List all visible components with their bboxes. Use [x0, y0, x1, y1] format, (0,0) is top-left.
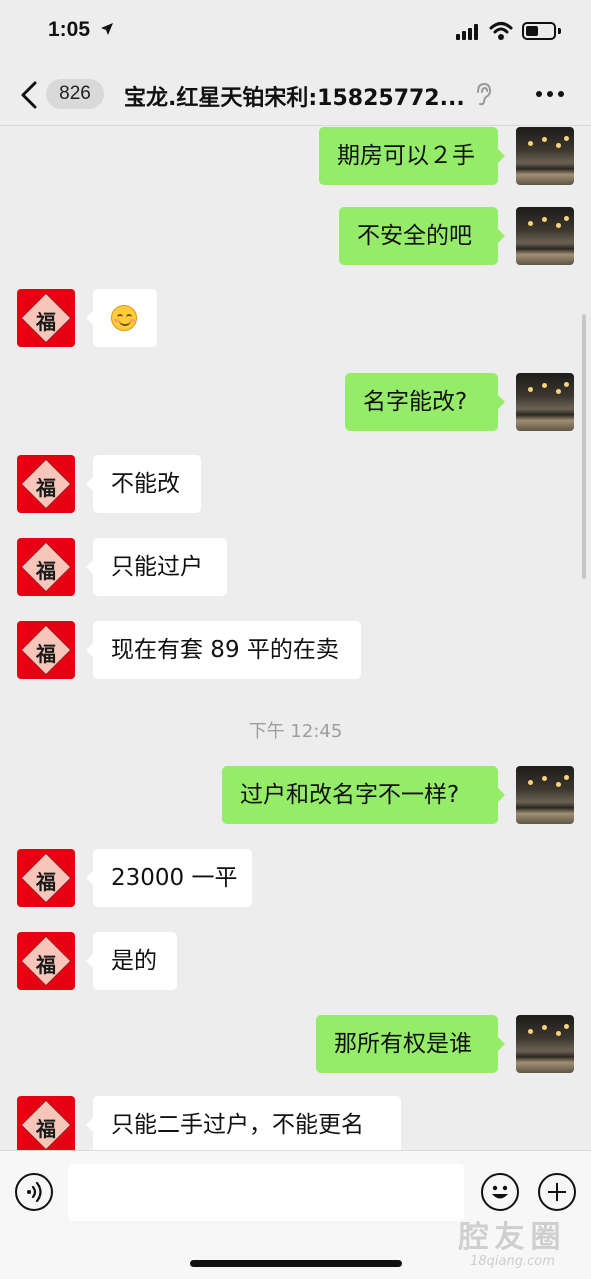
my-avatar[interactable]	[516, 1015, 574, 1073]
received-message: 福 23000 一平	[0, 849, 591, 907]
my-avatar[interactable]	[516, 766, 574, 824]
contact-avatar[interactable]: 福	[17, 1096, 75, 1150]
my-avatar[interactable]	[516, 373, 574, 431]
unread-count-badge[interactable]: 826	[46, 79, 104, 109]
sent-bubble[interactable]: 那所有权是谁	[316, 1015, 505, 1073]
received-bubble[interactable]: 只能过户	[86, 538, 227, 596]
contact-avatar[interactable]: 福	[17, 455, 75, 513]
received-message: 福只能二手过户，不能更名	[0, 1096, 591, 1150]
contact-avatar[interactable]: 福	[17, 289, 75, 347]
my-avatar[interactable]	[516, 207, 574, 265]
sent-message: 期房可以２手	[0, 127, 591, 185]
cellular-signal-icon	[456, 24, 480, 40]
contact-avatar[interactable]: 福	[17, 538, 75, 596]
message-input[interactable]	[68, 1164, 464, 1221]
contact-avatar[interactable]: 福	[17, 621, 75, 679]
received-bubble[interactable]: 是的	[86, 932, 177, 990]
sent-message: 那所有权是谁	[0, 1015, 591, 1073]
status-time: 1:05	[48, 18, 91, 41]
received-bubble[interactable]: 只能二手过户，不能更名	[86, 1096, 401, 1150]
plus-icon[interactable]	[538, 1173, 576, 1211]
received-message: 福现在有套 89 平的在卖	[0, 621, 591, 679]
received-bubble[interactable]: 现在有套 89 平的在卖	[86, 621, 361, 679]
received-bubble[interactable]: 不能改	[86, 455, 201, 513]
message-timestamp: 下午 12:45	[248, 721, 343, 742]
message-list[interactable]: 期房可以２手 不安全的吧福名字能改? 福不能改福只能过户福现在有套 89 平的在卖下…	[0, 127, 591, 1150]
location-arrow-icon	[101, 23, 113, 35]
chat-header: 826 宝龙.红星天铂宋利:15825772...	[0, 62, 591, 126]
received-message: 福是的	[0, 932, 591, 990]
watermark: 腔友圈 18qiang.com	[458, 1220, 567, 1269]
battery-level	[526, 26, 538, 36]
voice-icon	[27, 1181, 42, 1203]
chevron-left-icon[interactable]	[18, 80, 40, 110]
received-message: 福不能改	[0, 455, 591, 513]
sent-bubble[interactable]: 期房可以２手	[319, 127, 505, 185]
voice-button[interactable]	[15, 1173, 53, 1211]
received-message: 福只能过户	[0, 538, 591, 596]
contact-avatar[interactable]: 福	[17, 849, 75, 907]
battery-nub	[558, 28, 561, 34]
sent-message: 不安全的吧	[0, 207, 591, 265]
smiling-face-emoji-icon	[111, 305, 137, 331]
sent-message: 过户和改名字不一样?	[0, 766, 591, 824]
received-bubble[interactable]: 23000 一平	[86, 849, 252, 907]
emoji-button[interactable]	[481, 1173, 519, 1211]
sent-message: 名字能改?	[0, 373, 591, 431]
sent-bubble[interactable]: 不安全的吧	[339, 207, 505, 265]
received-message: 福	[0, 289, 591, 347]
more-horizontal-icon[interactable]	[536, 91, 566, 97]
received-bubble[interactable]	[86, 289, 157, 347]
my-avatar[interactable]	[516, 127, 574, 185]
ear-icon	[477, 82, 492, 106]
chat-title: 宝龙.红星天铂宋利:15825772...	[124, 86, 465, 111]
home-indicator[interactable]	[190, 1260, 402, 1267]
status-bar: 1:05	[0, 0, 591, 62]
scrollbar[interactable]	[582, 314, 586, 579]
wifi-icon	[489, 22, 513, 40]
sent-bubble[interactable]: 名字能改?	[345, 373, 505, 431]
sent-bubble[interactable]: 过户和改名字不一样?	[222, 766, 505, 824]
smiley-icon	[492, 1185, 508, 1199]
contact-avatar[interactable]: 福	[17, 932, 75, 990]
battery-icon	[522, 22, 556, 40]
